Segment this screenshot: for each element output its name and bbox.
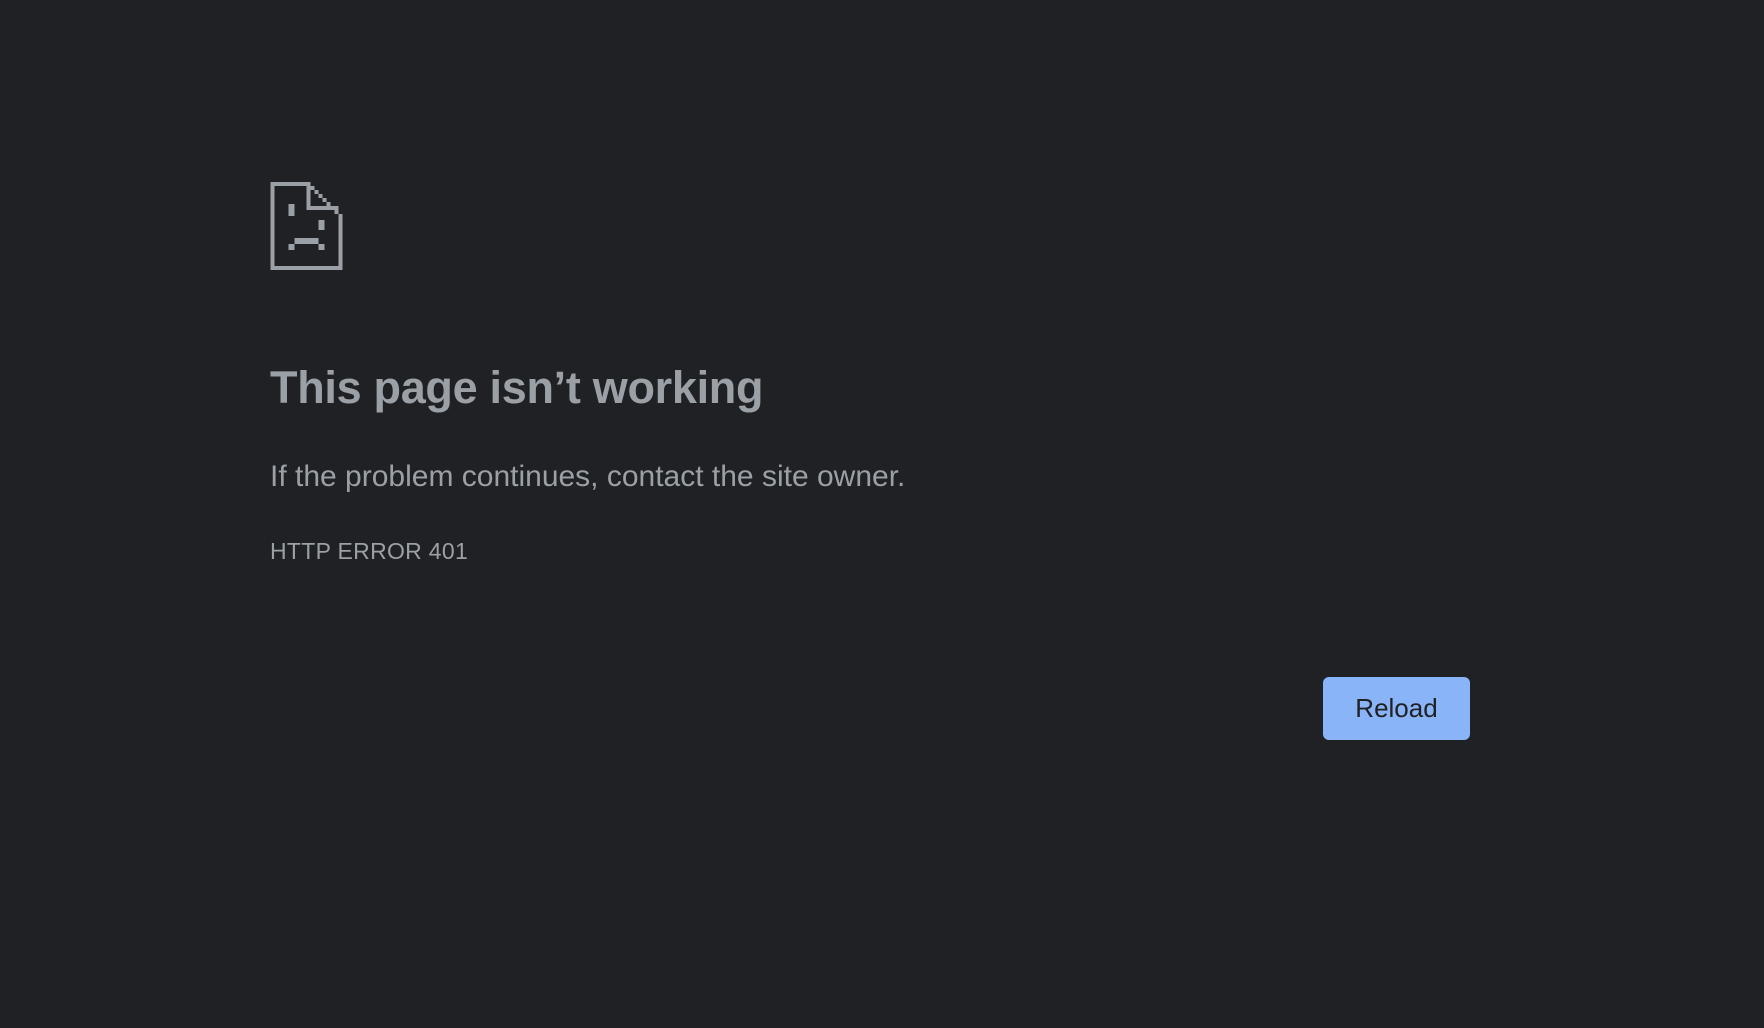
page-title: This page isn’t working bbox=[270, 362, 764, 413]
error-code: HTTP ERROR 401 bbox=[270, 538, 469, 564]
sad-document-icon bbox=[270, 182, 343, 270]
error-description: If the problem continues, contact the si… bbox=[270, 460, 906, 493]
reload-button[interactable]: Reload bbox=[1323, 677, 1470, 740]
error-page: This page isn’t working If the problem c… bbox=[0, 0, 1764, 1028]
